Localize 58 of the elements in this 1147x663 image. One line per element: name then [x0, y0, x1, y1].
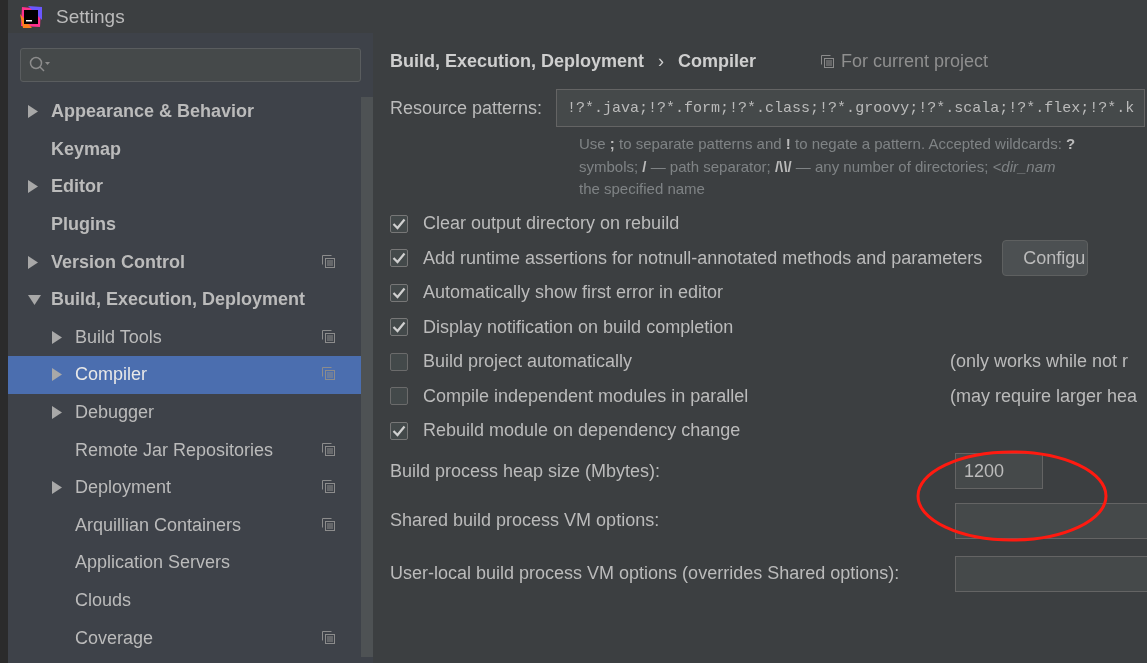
scrollbar[interactable] [361, 97, 373, 657]
tree-item[interactable]: Coverage [75, 627, 154, 649]
collapsed-arrow-icon[interactable] [52, 481, 62, 495]
breadcrumb-item[interactable]: Build, Execution, Deployment [390, 50, 645, 72]
search-icon [29, 56, 51, 74]
tree-item[interactable]: Editor [51, 176, 103, 198]
tree-item[interactable]: Compiler [75, 364, 148, 386]
checkbox[interactable] [390, 318, 408, 337]
checkbox[interactable] [390, 387, 408, 406]
tree-item[interactable]: Plugins [51, 214, 116, 236]
tree-item[interactable]: Remote Jar Repositories [75, 439, 274, 461]
tree-item[interactable]: Build Tools [75, 326, 162, 348]
text-field[interactable] [955, 502, 1147, 539]
field-label: Build process heap size (Mbytes): [390, 460, 662, 482]
window-title: Settings [56, 5, 125, 28]
resource-patterns-field[interactable]: !?*.java;!?*.form;!?*.class;!?*.groovy;!?*.scala;!?*.flex;!?*.k [556, 89, 1146, 127]
collapsed-arrow-icon[interactable] [28, 255, 38, 269]
field-label: Shared build process VM options: [390, 510, 661, 531]
app-logo-icon [20, 5, 42, 28]
tree-item[interactable]: Clouds [75, 590, 132, 611]
checkbox-label: Automatically show first error in editor [423, 282, 725, 304]
text-field[interactable] [955, 555, 1147, 592]
option-note: (only works while not r [950, 351, 1129, 373]
expanded-arrow-icon[interactable] [28, 294, 41, 305]
checkbox-label: Build project automatically [423, 351, 634, 373]
option-note: (may require larger hea [950, 385, 1138, 407]
collapsed-arrow-icon[interactable] [52, 330, 62, 344]
tree-item[interactable]: Application Servers [75, 552, 231, 574]
tree-item[interactable]: Arquillian Containers [75, 514, 242, 536]
hint-text: Use ; to separate patterns and ! to negate a pattern. Accepted wildcards: ? symbols; / — path separator; /\\/ — any number of directories; <dir_nam the specified name [578, 134, 1077, 199]
scope-note: For current project [841, 50, 989, 72]
checkbox[interactable] [390, 352, 408, 371]
collapsed-arrow-icon[interactable] [28, 105, 38, 119]
breadcrumb-separator: › [658, 50, 665, 72]
tree-item[interactable]: Build, Execution, Deployment [51, 289, 306, 311]
tree-item[interactable]: Version Control [51, 251, 185, 273]
configure-button[interactable]: Configu [1002, 240, 1089, 277]
tree-item[interactable]: Appearance & Behavior [51, 101, 255, 123]
field-label: User-local build process VM options (overrides Shared options): [390, 563, 901, 584]
breadcrumb-item: Compiler [678, 50, 757, 72]
tree-item[interactable]: Debugger [75, 402, 155, 424]
tree-item[interactable]: Deployment [75, 477, 172, 499]
field-label: Resource patterns: [390, 97, 543, 119]
checkbox[interactable] [390, 214, 408, 233]
checkbox-label: Rebuild module on dependency change [423, 420, 742, 442]
checkbox[interactable] [390, 421, 408, 440]
checkbox-label: Compile independent modules in parallel [423, 385, 750, 407]
collapsed-arrow-icon[interactable] [28, 180, 38, 194]
checkbox-label: Clear output directory on rebuild [423, 213, 681, 235]
checkbox-label: Display notification on build completion [423, 316, 735, 338]
search-field[interactable] [20, 48, 361, 82]
collapsed-arrow-icon[interactable] [52, 406, 62, 420]
checkbox[interactable] [390, 283, 408, 302]
copy-icon [821, 54, 835, 68]
checkbox[interactable] [390, 249, 408, 268]
checkbox-label: Add runtime assertions for notnull-annotated methods and parameters [423, 247, 983, 269]
text-field[interactable]: 1200 [955, 453, 1043, 489]
tree-item[interactable]: Keymap [51, 138, 122, 160]
